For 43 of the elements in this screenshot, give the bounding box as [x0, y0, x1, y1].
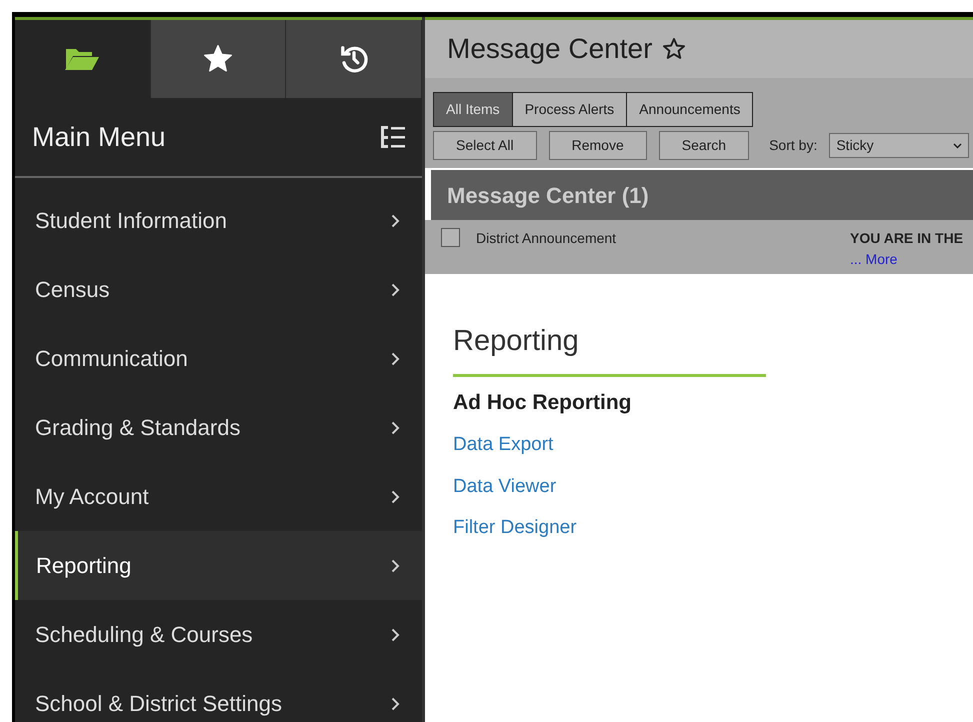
tree-list-icon[interactable] — [380, 125, 406, 149]
report-link[interactable]: Data Export — [453, 431, 554, 460]
filter-tab[interactable]: All Items — [433, 92, 513, 127]
menu-item[interactable]: Census — [15, 255, 422, 324]
subsection-title: Ad Hoc Reporting — [453, 390, 632, 416]
chevron-right-icon — [391, 628, 400, 642]
section-title: Reporting — [453, 324, 579, 359]
chevron-right-icon — [391, 214, 400, 228]
menu-item[interactable]: Student Information — [15, 186, 422, 255]
sort-label: Sort by: — [769, 136, 818, 155]
report-link[interactable]: Data Viewer — [453, 472, 556, 501]
history-icon — [338, 44, 369, 74]
sidebar-tab[interactable] — [286, 20, 422, 98]
sort-dropdown[interactable]: Sticky — [829, 133, 970, 158]
filter-tab[interactable]: Process Alerts — [512, 92, 628, 127]
chevron-right-icon — [391, 282, 400, 296]
menu-item[interactable]: Communication — [15, 324, 422, 393]
menu-item[interactable]: Scheduling & Courses — [15, 600, 422, 669]
report-link[interactable]: Filter Designer — [453, 514, 577, 542]
chevron-right-icon — [391, 696, 400, 710]
chevron-right-icon — [391, 558, 400, 572]
message-title: District Announcement — [476, 229, 618, 248]
chevron-right-icon — [391, 352, 400, 366]
more-link[interactable]: ... More — [850, 251, 898, 267]
chevron-right-icon — [391, 490, 400, 504]
checkbox[interactable] — [441, 228, 460, 247]
folder-icon — [64, 46, 100, 72]
chevron-right-icon — [391, 420, 400, 434]
toolbar-button[interactable]: Remove — [548, 131, 647, 160]
menu-title: Main Menu — [32, 120, 166, 154]
star-icon[interactable] — [662, 37, 686, 61]
menu-item[interactable]: Grading & Standards — [15, 393, 422, 462]
panel-title: Message Center (1) — [447, 182, 649, 210]
menu-item[interactable]: My Account — [15, 462, 422, 531]
sidebar-tab[interactable] — [150, 20, 286, 98]
page-title: Message Center — [447, 32, 652, 66]
caret-icon — [953, 142, 962, 148]
menu-item[interactable]: School & District Settings — [15, 669, 422, 722]
toolbar-button[interactable]: Search — [658, 131, 750, 160]
toolbar-button[interactable]: Select All — [433, 131, 537, 160]
filter-tab[interactable]: Announcements — [626, 92, 754, 127]
message-preview: YOU ARE IN THE — [850, 229, 964, 248]
menu-item[interactable]: Reporting — [15, 531, 422, 600]
